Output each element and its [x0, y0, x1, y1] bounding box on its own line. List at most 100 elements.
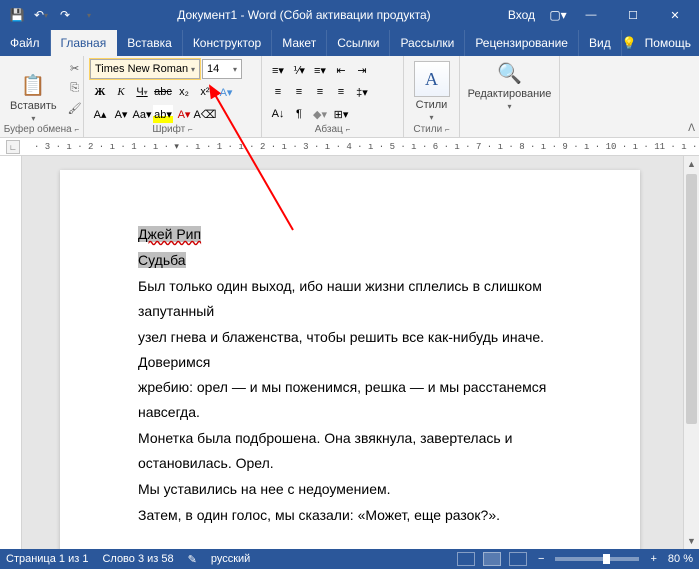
display-options-button[interactable]: ▢▾ — [547, 4, 569, 26]
bold-button[interactable]: Ж — [90, 83, 110, 101]
titlebar-right: Вход ▢▾ — ☐ ✕ — [508, 0, 699, 30]
decrease-indent-button[interactable]: ⇤ — [331, 61, 351, 79]
chevron-down-icon: ▾ — [233, 65, 237, 74]
maximize-icon: ☐ — [628, 9, 638, 22]
ruler-scale: · 3 · ı · 2 · ı · 1 · ı · ▾ · ı · 1 · ı … — [34, 142, 699, 152]
body-text[interactable]: Мы уставились на нее с недоумением. — [138, 477, 570, 502]
language-status[interactable]: русский — [211, 553, 250, 566]
tab-selector[interactable]: ∟ — [6, 140, 20, 154]
show-marks-button[interactable]: ¶ — [289, 105, 309, 123]
increase-indent-button[interactable]: ⇥ — [352, 61, 372, 79]
text-effects-button[interactable]: A▾ — [216, 83, 236, 101]
clear-format-button[interactable]: A⌫ — [195, 105, 215, 123]
vertical-ruler[interactable] — [0, 156, 22, 549]
tab-file[interactable]: Файл — [0, 30, 51, 56]
body-text[interactable]: Был только один выход, ибо наши жизни сп… — [138, 274, 570, 324]
strikethrough-button[interactable]: abc — [153, 83, 173, 101]
font-color-button[interactable]: A▾ — [174, 105, 194, 123]
styles-button[interactable]: A Стили ▾ — [410, 59, 453, 124]
font-name-input[interactable]: Times New Roman▾ — [90, 59, 200, 79]
subscript-button[interactable]: x₂ — [174, 83, 194, 101]
vertical-scrollbar[interactable]: ▲ ▼ — [683, 156, 699, 549]
undo-button[interactable]: ↶▾ — [30, 4, 52, 26]
zoom-slider-thumb[interactable] — [603, 554, 610, 564]
tab-references[interactable]: Ссылки — [327, 30, 390, 56]
font-group-label: Шрифт ⌐ — [84, 124, 261, 135]
scroll-down-button[interactable]: ▼ — [684, 533, 699, 549]
zoom-level[interactable]: 80 % — [668, 553, 693, 565]
numbering-button[interactable]: ⅟▾ — [289, 61, 309, 79]
print-layout-button[interactable] — [483, 552, 501, 566]
shrink-font-button[interactable]: A▾ — [111, 105, 131, 123]
chevron-down-icon: ▾ — [429, 113, 433, 122]
tab-design[interactable]: Конструктор — [183, 30, 272, 56]
sort-button[interactable]: A↓ — [268, 105, 288, 123]
align-left-button[interactable]: ≡ — [268, 83, 288, 101]
italic-button[interactable]: К — [111, 83, 131, 101]
body-text[interactable]: жребию: орел — и мы поженимся, решка — и… — [138, 375, 570, 425]
bullets-button[interactable]: ≡▾ — [268, 61, 288, 79]
document-page[interactable]: Джей Рип Судьба Был только один выход, и… — [60, 170, 640, 549]
chevron-down-icon: ▾ — [191, 65, 195, 74]
scroll-thumb[interactable] — [686, 174, 697, 424]
align-right-button[interactable]: ≡ — [310, 83, 330, 101]
redo-button[interactable]: ↷ — [54, 4, 76, 26]
tab-home[interactable]: Главная — [51, 30, 118, 56]
redo-icon: ↷ — [60, 8, 70, 22]
close-button[interactable]: ✕ — [655, 0, 695, 30]
grow-font-button[interactable]: A▴ — [90, 105, 110, 123]
window-title: Документ1 - Word (Сбой активации продукт… — [100, 8, 508, 22]
find-icon: 🔍 — [497, 61, 522, 86]
body-text[interactable]: Затем, в один голос, мы сказали: «Может,… — [138, 503, 570, 528]
save-button[interactable]: 💾 — [6, 4, 28, 26]
ribbon-tabs: Файл Главная Вставка Конструктор Макет С… — [0, 30, 699, 56]
align-center-button[interactable]: ≡ — [289, 83, 309, 101]
zoom-out-button[interactable]: − — [535, 553, 547, 565]
clipboard-group-label: Буфер обмена ⌐ — [0, 124, 83, 135]
login-link[interactable]: Вход — [508, 8, 535, 22]
copy-button[interactable]: ⎘ — [65, 79, 85, 97]
line-spacing-button[interactable]: ‡▾ — [352, 83, 372, 101]
word-count-status[interactable]: Слово 3 из 58 — [102, 553, 173, 566]
copy-icon: ⎘ — [70, 82, 79, 95]
tell-me-icon[interactable]: 💡 — [622, 36, 637, 50]
tab-insert[interactable]: Вставка — [117, 30, 183, 56]
format-painter-button[interactable]: 🖌 — [65, 99, 85, 117]
body-text[interactable]: узел гнева и блаженства, чтобы решить вс… — [138, 325, 570, 375]
scroll-up-button[interactable]: ▲ — [684, 156, 699, 172]
group-paragraph: ≡▾ ⅟▾ ≡▾ ⇤ ⇥ ≡ ≡ ≡ ≡ ‡▾ A↓ ¶ ◆▾ ⊞▾ Абзац… — [262, 56, 404, 137]
maximize-button[interactable]: ☐ — [613, 0, 653, 30]
shading-button[interactable]: ◆▾ — [310, 105, 330, 123]
highlight-button[interactable]: ab▾ — [153, 105, 173, 123]
read-mode-button[interactable] — [457, 552, 475, 566]
borders-button[interactable]: ⊞▾ — [331, 105, 351, 123]
zoom-slider[interactable] — [555, 557, 639, 561]
editing-button[interactable]: 🔍 Редактирование ▾ — [466, 59, 553, 113]
horizontal-ruler[interactable]: ∟ · 3 · ı · 2 · ı · 1 · ı · ▾ · ı · 1 · … — [0, 138, 699, 156]
font-size-input[interactable]: 14▾ — [202, 59, 242, 79]
cut-button[interactable]: ✂ — [65, 59, 85, 77]
tab-view[interactable]: Вид — [579, 30, 622, 56]
spellcheck-status[interactable]: ✎ — [188, 553, 197, 566]
change-case-button[interactable]: Aa▾ — [132, 105, 152, 123]
minimize-button[interactable]: — — [571, 0, 611, 30]
qat-customize-button[interactable]: ▾ — [78, 4, 100, 26]
page-status[interactable]: Страница 1 из 1 — [6, 553, 88, 566]
underline-button[interactable]: Ч▾ — [132, 83, 152, 101]
tell-me-label[interactable]: Помощь — [645, 36, 691, 50]
group-clipboard: 📋 Вставить ▾ ✂ ⎘ 🖌 Буфер обмена ⌐ — [0, 56, 84, 137]
web-layout-button[interactable] — [509, 552, 527, 566]
superscript-button[interactable]: x² — [195, 83, 215, 101]
tab-mailings[interactable]: Рассылки — [390, 30, 465, 56]
ribbon: 📋 Вставить ▾ ✂ ⎘ 🖌 Буфер обмена ⌐ Times … — [0, 56, 699, 138]
body-text[interactable]: Монетка была подброшена. Она звякнула, з… — [138, 426, 570, 476]
save-icon: 💾 — [10, 8, 25, 22]
multilevel-button[interactable]: ≡▾ — [310, 61, 330, 79]
tab-layout[interactable]: Макет — [272, 30, 327, 56]
justify-button[interactable]: ≡ — [331, 83, 351, 101]
zoom-in-button[interactable]: + — [647, 553, 659, 565]
tab-review[interactable]: Рецензирование — [465, 30, 579, 56]
selected-text-line1[interactable]: Джей Рип — [138, 226, 201, 242]
selected-text-line2[interactable]: Судьба — [138, 252, 186, 268]
collapse-ribbon-button[interactable]: ᐱ — [688, 123, 695, 134]
